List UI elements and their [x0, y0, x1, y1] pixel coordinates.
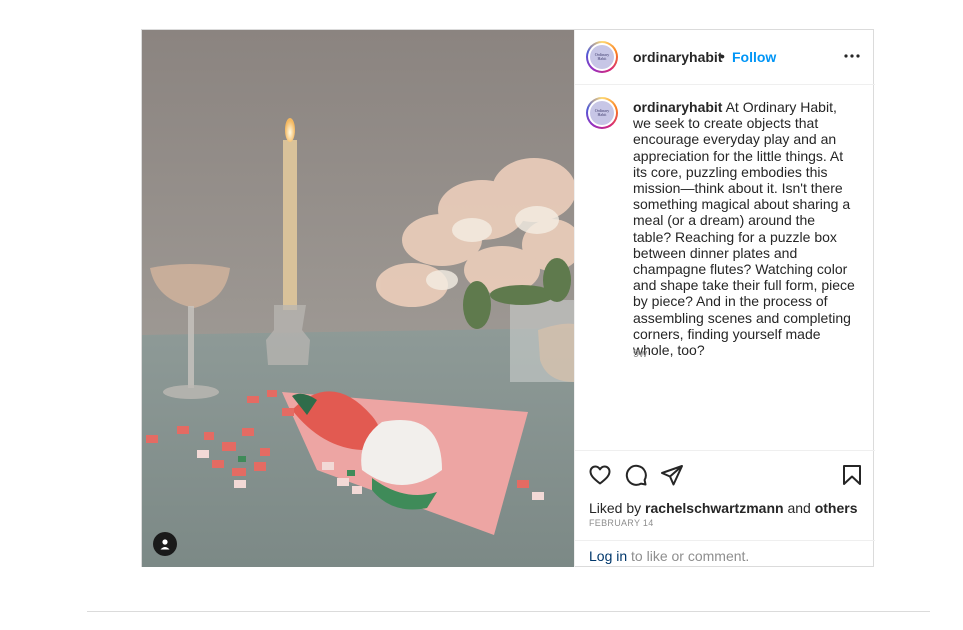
user-tag-icon	[160, 539, 170, 550]
login-prompt-text: to like or comment.	[631, 548, 750, 564]
caption-timestamp[interactable]: 9w	[633, 348, 647, 360]
comment-icon	[625, 464, 647, 486]
page-divider	[87, 611, 930, 612]
separator-dot: •	[720, 48, 725, 64]
save-button[interactable]	[840, 463, 864, 487]
like-button[interactable]	[588, 463, 612, 487]
post-photo[interactable]	[142, 30, 574, 567]
post-date[interactable]: FEBRUARY 14	[589, 518, 654, 528]
login-link[interactable]: Log in	[589, 548, 627, 564]
caption-username-link[interactable]: ordinaryhabit	[633, 99, 722, 115]
share-icon	[661, 465, 683, 486]
caption-avatar[interactable]: Ordinary Habit	[586, 97, 618, 129]
more-horizontal-icon	[844, 54, 860, 58]
profile-avatar[interactable]: Ordinary Habit	[586, 41, 618, 73]
post-card: Ordinary Habit ordinaryhabit • Follow Ord…	[141, 29, 875, 567]
tag-people-button[interactable]	[153, 532, 177, 556]
likes-joiner: and	[787, 500, 811, 516]
likes-others-link[interactable]: others	[815, 500, 858, 516]
follow-button[interactable]: Follow	[732, 49, 776, 65]
comment-section: Log in to like or comment.	[575, 540, 875, 567]
share-button[interactable]	[660, 463, 684, 487]
caption-text: At Ordinary Habit, we seek to create obj…	[633, 99, 855, 359]
comment-button[interactable]	[624, 463, 648, 487]
post-sidebar: Ordinary Habit ordinaryhabit • Follow Ord…	[574, 30, 875, 567]
brand-logo: Ordinary Habit	[590, 101, 614, 125]
post-header: Ordinary Habit ordinaryhabit • Follow	[575, 30, 875, 85]
username-link[interactable]: ordinaryhabit	[633, 49, 722, 65]
post-image	[142, 30, 574, 567]
likes-prefix: Liked by	[589, 500, 642, 516]
login-prompt: Log in to like or comment.	[589, 548, 749, 564]
heart-icon	[589, 465, 611, 485]
action-bar	[575, 450, 875, 495]
bookmark-icon	[843, 465, 861, 485]
more-options-button[interactable]	[840, 44, 864, 68]
post-caption: ordinaryhabit At Ordinary Habit, we seek…	[633, 99, 855, 358]
liked-by-user-link[interactable]: rachelschwartzmann	[645, 500, 784, 516]
brand-logo: Ordinary Habit	[590, 45, 614, 69]
likes-summary: Liked by rachelschwartzmann and others	[589, 500, 857, 516]
